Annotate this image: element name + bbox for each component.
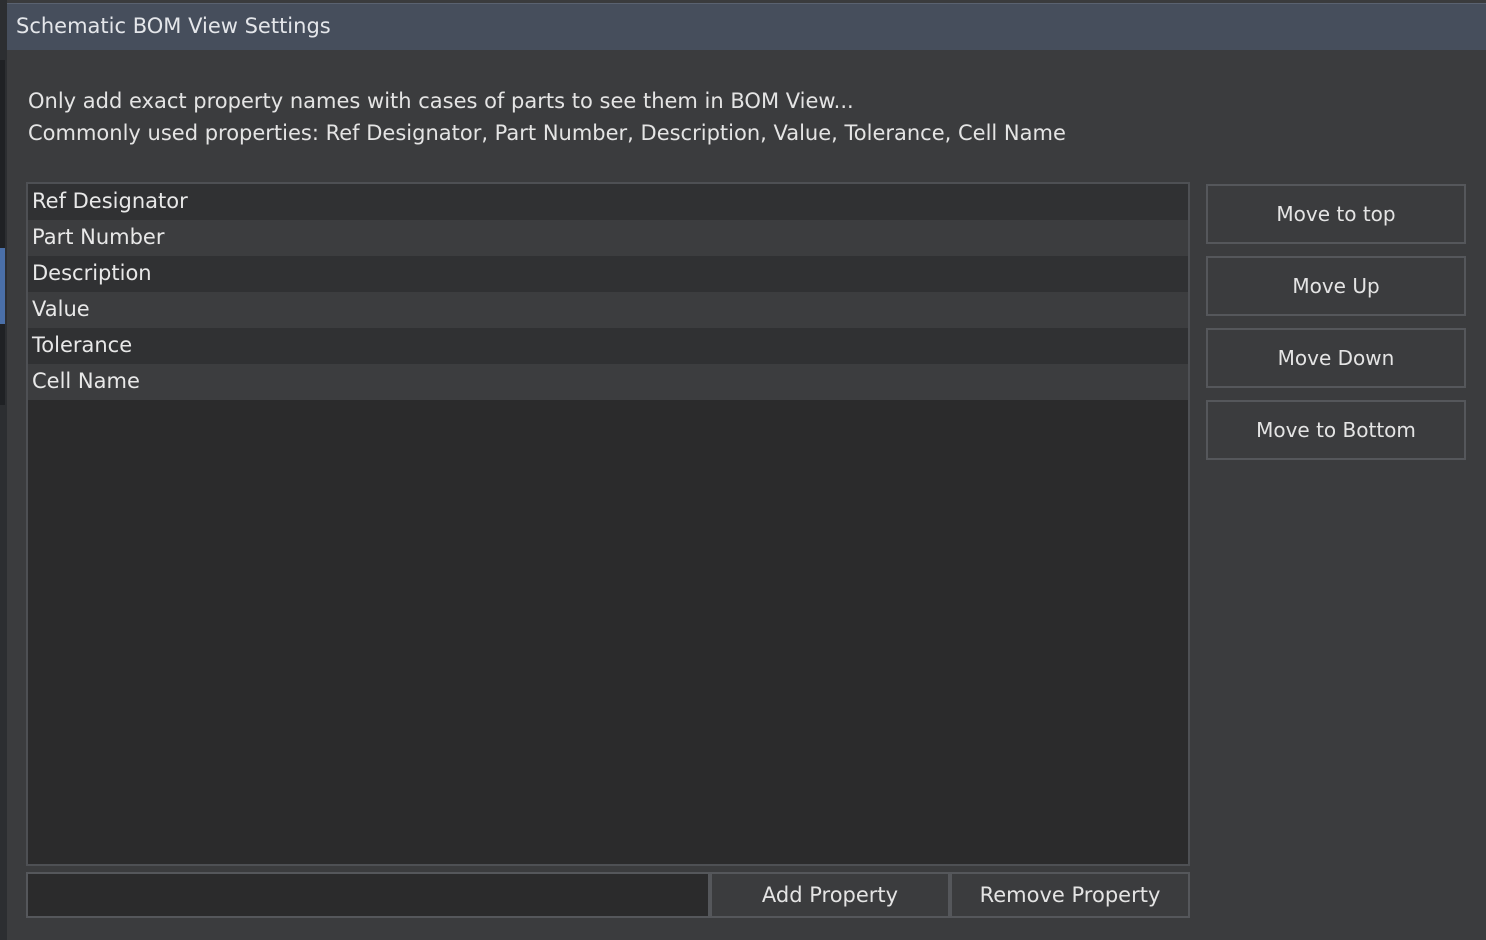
list-item-value[interactable]: Value (28, 292, 1188, 328)
background-window-panel (0, 60, 5, 405)
common-properties-text: Commonly used properties: Ref Designator… (28, 121, 1066, 145)
move-up-button[interactable]: Move Up (1206, 256, 1466, 316)
window-title: Schematic BOM View Settings (16, 14, 331, 38)
list-item-tolerance[interactable]: Tolerance (28, 328, 1188, 364)
move-down-button[interactable]: Move Down (1206, 328, 1466, 388)
bom-settings-window: Schematic BOM View Settings Only add exa… (0, 0, 1486, 940)
title-bar[interactable]: Schematic BOM View Settings (7, 3, 1486, 50)
add-property-button[interactable]: Add Property (710, 872, 950, 918)
instruction-text: Only add exact property names with cases… (28, 89, 854, 113)
list-item-description[interactable]: Description (28, 256, 1188, 292)
list-item-ref-designator[interactable]: Ref Designator (28, 184, 1188, 220)
remove-property-button[interactable]: Remove Property (950, 872, 1190, 918)
list-item-part-number[interactable]: Part Number (28, 220, 1188, 256)
move-to-bottom-button[interactable]: Move to Bottom (1206, 400, 1466, 460)
property-name-input[interactable] (26, 872, 710, 918)
background-window-edge (0, 0, 7, 940)
list-item-cell-name[interactable]: Cell Name (28, 364, 1188, 400)
property-list[interactable]: Ref Designator Part Number Description V… (26, 182, 1190, 866)
background-window-selection (0, 248, 5, 324)
move-to-top-button[interactable]: Move to top (1206, 184, 1466, 244)
